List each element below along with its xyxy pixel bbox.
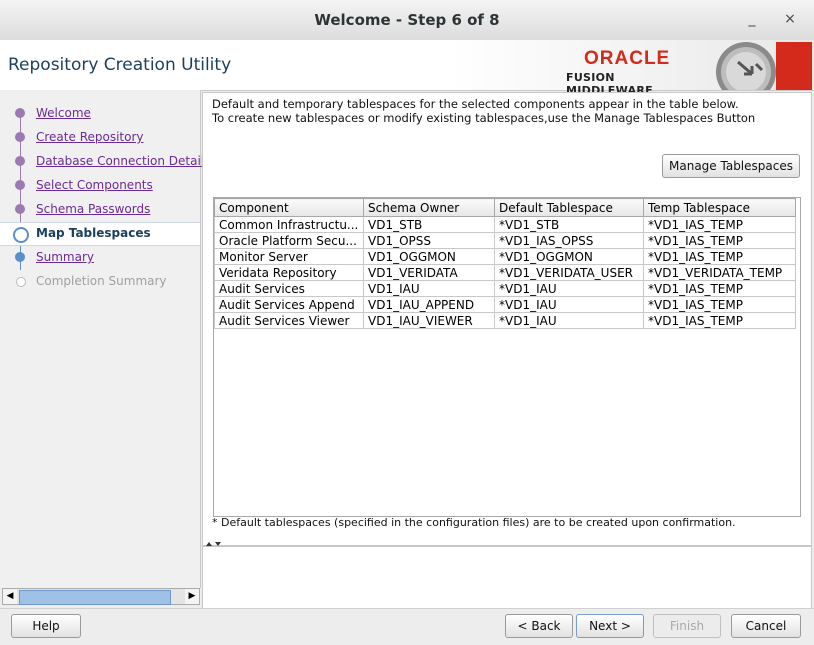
step-completion-summary: Completion Summary (0, 271, 200, 293)
step-visited-icon (15, 108, 25, 118)
step-label[interactable]: Welcome (36, 106, 91, 120)
minimize-icon[interactable]: _ (742, 9, 762, 29)
cell-temp-tablespace[interactable]: *VD1_IAS_TEMP (643, 216, 796, 233)
step-select-components[interactable]: Select Components (0, 175, 200, 197)
step-visited-icon (15, 204, 25, 214)
table-row[interactable]: Veridata Repository VD1_VERIDATA *VD1_VE… (214, 264, 796, 281)
wizard-step-navigation: Welcome Create Repository Database Conne… (0, 90, 210, 588)
step-label[interactable]: Database Connection Details (36, 154, 210, 168)
cell-component: Oracle Platform Secu... (214, 232, 364, 249)
table-row[interactable]: Audit Services Append VD1_IAU_APPEND *VD… (214, 296, 796, 313)
close-icon[interactable]: × (780, 9, 800, 29)
help-button[interactable]: Help (11, 614, 81, 638)
column-header-schema-owner[interactable]: Schema Owner (363, 198, 495, 217)
table-row[interactable]: Monitor Server VD1_OGGMON *VD1_OGGMON *V… (214, 248, 796, 265)
scroll-right-icon[interactable]: ▶ (185, 589, 199, 604)
oracle-logo: ORACLE FUSION MIDDLEWARE (566, 48, 686, 97)
step-welcome[interactable]: Welcome (0, 103, 200, 125)
cell-component: Audit Services (214, 280, 364, 297)
table-row[interactable]: Oracle Platform Secu... VD1_OPSS *VD1_IA… (214, 232, 796, 249)
step-schema-passwords[interactable]: Schema Passwords (0, 199, 200, 221)
wizard-button-bar: Help < Back Next > Finish Cancel (0, 608, 814, 645)
step-visited-icon (15, 180, 25, 190)
table-header-row: Component Schema Owner Default Tablespac… (214, 198, 796, 217)
step-label[interactable]: Summary (36, 250, 94, 264)
cell-component: Monitor Server (214, 248, 364, 265)
table-row[interactable]: Audit Services Viewer VD1_IAU_VIEWER *VD… (214, 312, 796, 329)
step-label[interactable]: Create Repository (36, 130, 144, 144)
column-header-default-tablespace[interactable]: Default Tablespace (494, 198, 644, 217)
app-header: Repository Creation Utility ORACLE FUSIO… (0, 40, 814, 97)
cell-default-tablespace[interactable]: *VD1_IAU (494, 296, 644, 313)
cell-component: Audit Services Append (214, 296, 364, 313)
manage-tablespaces-button[interactable]: Manage Tablespaces (662, 154, 800, 178)
cell-default-tablespace[interactable]: *VD1_IAS_OPSS (494, 232, 644, 249)
cell-default-tablespace[interactable]: *VD1_IAU (494, 312, 644, 329)
instructions-line-1: Default and temporary tablespaces for th… (212, 97, 739, 111)
cell-temp-tablespace[interactable]: *VD1_IAS_TEMP (643, 312, 796, 329)
cell-default-tablespace[interactable]: *VD1_OGGMON (494, 248, 644, 265)
step-label[interactable]: Schema Passwords (36, 202, 150, 216)
table-row[interactable]: Audit Services VD1_IAU *VD1_IAU *VD1_IAS… (214, 280, 796, 297)
step-label[interactable]: Select Components (36, 178, 153, 192)
window-title: Welcome - Step 6 of 8 (314, 11, 500, 29)
cell-schema-owner: VD1_VERIDATA (363, 264, 495, 281)
cancel-button[interactable]: Cancel (731, 614, 801, 638)
step-label: Completion Summary (36, 274, 167, 288)
step-summary[interactable]: Summary (0, 247, 200, 269)
message-area (202, 546, 812, 610)
column-header-temp-tablespace[interactable]: Temp Tablespace (643, 198, 796, 217)
step-visited-icon (15, 132, 25, 142)
table-row[interactable]: Common Infrastructu... VD1_STB *VD1_STB … (214, 216, 796, 233)
step-label: Map Tablespaces (36, 226, 151, 240)
window-titlebar: Welcome - Step 6 of 8 _ × (0, 0, 814, 41)
back-button[interactable]: < Back (505, 614, 573, 638)
cell-schema-owner: VD1_OGGMON (363, 248, 495, 265)
rcu-badge-icon (712, 42, 812, 90)
default-tablespace-footnote: * Default tablespaces (specified in the … (212, 516, 736, 529)
cell-temp-tablespace[interactable]: *VD1_IAS_TEMP (643, 232, 796, 249)
instructions-text: Default and temporary tablespaces for th… (212, 97, 755, 125)
cell-schema-owner: VD1_STB (363, 216, 495, 233)
cell-component: Audit Services Viewer (214, 312, 364, 329)
step-visited-icon (15, 252, 25, 262)
step-map-tablespaces[interactable]: Map Tablespaces (0, 222, 200, 246)
cell-schema-owner: VD1_OPSS (363, 232, 495, 249)
scroll-left-icon[interactable]: ◀ (3, 589, 17, 604)
cell-default-tablespace[interactable]: *VD1_VERIDATA_USER (494, 264, 644, 281)
nav-horizontal-scrollbar[interactable]: ◀ ▶ (2, 588, 200, 605)
oracle-wordmark: ORACLE (584, 48, 671, 69)
scrollbar-thumb[interactable] (19, 590, 171, 605)
step-create-repository[interactable]: Create Repository (0, 127, 200, 149)
column-header-component[interactable]: Component (214, 198, 364, 217)
finish-button: Finish (653, 614, 721, 638)
next-button[interactable]: Next > (576, 614, 644, 638)
tablespace-table: Component Schema Owner Default Tablespac… (214, 198, 796, 329)
step-database-connection-details[interactable]: Database Connection Details (0, 151, 210, 173)
cell-component: Veridata Repository (214, 264, 364, 281)
cell-schema-owner: VD1_IAU (363, 280, 495, 297)
cell-default-tablespace[interactable]: *VD1_IAU (494, 280, 644, 297)
cell-schema-owner: VD1_IAU_APPEND (363, 296, 495, 313)
cell-temp-tablespace[interactable]: *VD1_IAS_TEMP (643, 296, 796, 313)
app-title: Repository Creation Utility (8, 55, 232, 75)
cell-temp-tablespace[interactable]: *VD1_VERIDATA_TEMP (643, 264, 796, 281)
cell-default-tablespace[interactable]: *VD1_STB (494, 216, 644, 233)
cell-schema-owner: VD1_IAU_VIEWER (363, 312, 495, 329)
cell-component: Common Infrastructu... (214, 216, 364, 233)
cell-temp-tablespace[interactable]: *VD1_IAS_TEMP (643, 248, 796, 265)
step-current-icon (13, 227, 29, 243)
step-pending-icon (16, 277, 26, 287)
cell-temp-tablespace[interactable]: *VD1_IAS_TEMP (643, 280, 796, 297)
step-visited-icon (15, 156, 25, 166)
map-tablespaces-panel: Default and temporary tablespaces for th… (202, 92, 812, 546)
instructions-line-2: To create new tablespaces or modify exis… (212, 111, 756, 125)
